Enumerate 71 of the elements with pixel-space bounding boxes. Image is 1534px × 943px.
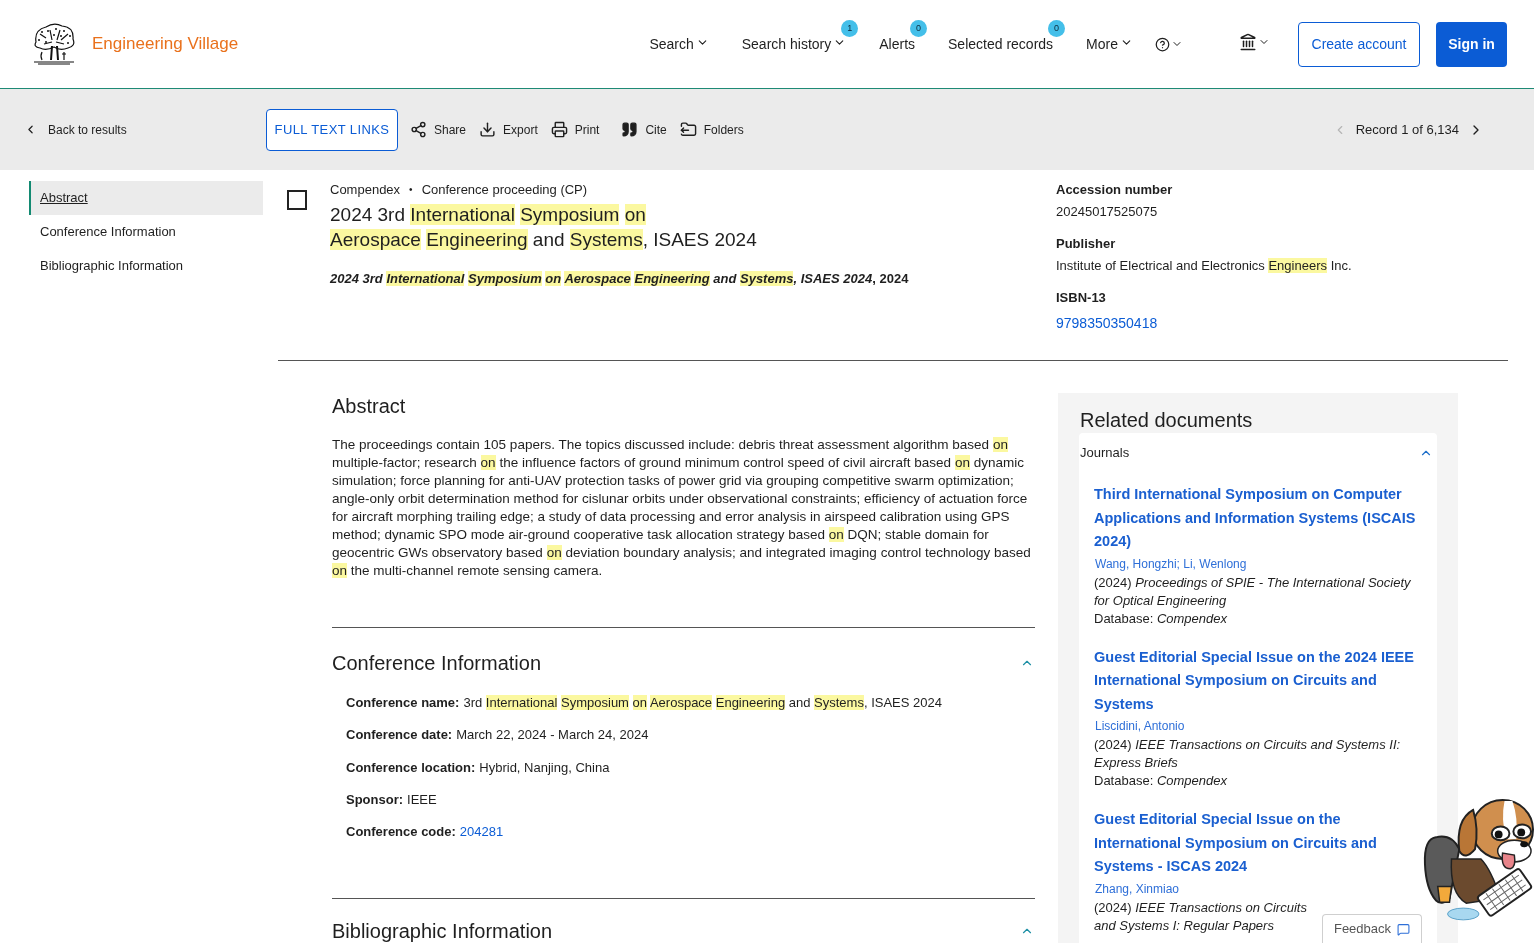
- sidebar-item[interactable]: Abstract: [29, 181, 263, 215]
- author-link[interactable]: Zhang, Xinmiao: [1094, 878, 1180, 899]
- sidebar-item[interactable]: Conference Information: [29, 215, 263, 249]
- related-title-link[interactable]: Guest Editorial Special Issue on the International Symposium on Circuits and Systems - ISCAS 2024: [1094, 808, 1420, 879]
- nav-menu[interactable]: Search: [649, 35, 709, 53]
- conference-code-link[interactable]: 204281: [459, 823, 504, 842]
- panel-heading: Related documents: [1079, 408, 1254, 433]
- printer-icon: [550, 121, 568, 138]
- section-heading: Abstract: [332, 394, 407, 419]
- bullet-separator: •: [409, 183, 413, 197]
- journal-citation: (2024) Proceedings of SPIE - The International Society for Optical Engineering: [1094, 573, 1412, 610]
- nav-menu[interactable]: Selected records: [948, 35, 1054, 53]
- detail-label: Accession number: [1056, 181, 1173, 199]
- record-position: Record 1 of 6,134: [1355, 120, 1459, 139]
- field-label: Conference name:: [346, 694, 460, 712]
- chat-icon: [1397, 922, 1411, 936]
- institution-menu[interactable]: [1239, 33, 1270, 51]
- related-title-link[interactable]: Third International Symposium on Computer Applications and Information Systems (ISCAIS 2024): [1094, 483, 1420, 554]
- database-name: Compendex: [330, 181, 401, 199]
- help-menu[interactable]: [1155, 36, 1183, 52]
- folder-icon: [679, 121, 697, 138]
- nav-menu[interactable]: Alerts: [879, 35, 916, 53]
- count-badge: 0: [910, 20, 928, 37]
- journal-citation: (2024) IEEE Transactions on Circuits and Systems II: Express Briefs: [1094, 736, 1402, 772]
- source-title: 2024 3rd International Symposium on Aerospace Engineering and Systems, ISAES 2024, 2024: [330, 270, 909, 288]
- section-heading: Bibliographic Information: [332, 920, 553, 942]
- create-account-button[interactable]: Create account: [1298, 21, 1420, 67]
- select-checkbox[interactable]: [287, 190, 307, 210]
- nav-menu[interactable]: More: [1086, 35, 1133, 53]
- database-line: Database: Compendex: [1094, 609, 1227, 628]
- toolbar-action[interactable]: Share: [410, 120, 467, 139]
- detail-value: 20245017525075: [1056, 203, 1158, 221]
- document-type: Conference proceeding (CP): [421, 181, 588, 199]
- abstract-text: The proceedings contain 105 papers. The topics discussed include: debris threat assessment algorithm based on multiple-factor; research on the influence factors of ground minimum control speed of civil aircraft based on dynamic simulation; force planning for anti-UAV protection tasks of power grid via grouping competitive swarm optimization; angle-only orbit determination method for cislunar orbits under observational constraints; efficiency of actuation force for aircraft morphing trailing edge; a study of data processing and error analysis in airspeed calibration using GPS method; dynamic SPO mode air-ground cooperative task allocation strategy based on DQN; stable domain for geocentric GWs observatory based on deviation boundary analysis; and integrated imaging control technology based on the multi-channel remote sensing camera.: [332, 436, 1032, 580]
- toolbar-action[interactable]: Cite: [621, 120, 667, 139]
- back-to-results-link[interactable]: Back to results: [24, 120, 127, 139]
- quote-icon: [621, 121, 639, 138]
- download-icon: [479, 121, 497, 138]
- toolbar-action[interactable]: Print: [550, 120, 600, 139]
- record-title: 2024 3rd International Symposium on Aerospace Engineering and Systems, ISAES 2024: [330, 203, 757, 252]
- field-label: Conference date:: [346, 726, 453, 745]
- related-title-link[interactable]: Guest Editorial Special Issue on the 2024 IEEE International Symposium on Circuits and Systems: [1094, 645, 1420, 716]
- feedback-button[interactable]: Feedback: [1322, 914, 1422, 943]
- toolbar-action[interactable]: Folders: [679, 120, 744, 139]
- institution-icon: [1239, 33, 1257, 51]
- field-value: Hybrid, Nanjing, China: [479, 758, 610, 777]
- detail-label: ISBN-13: [1056, 289, 1106, 307]
- toolbar-action[interactable]: Export: [479, 120, 538, 139]
- field-label: Conference location:: [346, 758, 476, 777]
- field-value: March 22, 2024 - March 24, 2024: [456, 726, 649, 745]
- author-link[interactable]: Liscidini, Antonio: [1094, 716, 1185, 736]
- field-value: 3rd International Symposium on Aerospace Engineering and Systems, ISAES 2024: [463, 694, 942, 712]
- field-label: Sponsor:: [346, 790, 404, 809]
- field-value: IEEE: [407, 790, 437, 809]
- help-icon: [1155, 36, 1170, 52]
- journals-toggle[interactable]: Journals: [1079, 433, 1437, 473]
- sidebar-item[interactable]: Bibliographic Information: [29, 249, 263, 283]
- journal-citation: (2024) IEEE Transactions on Circuits and Systems I: Regular Papers: [1094, 898, 1308, 935]
- field-label: Conference code:: [346, 823, 456, 842]
- count-badge: 1: [841, 20, 859, 37]
- detail-label: Publisher: [1056, 235, 1116, 253]
- full-text-links-button[interactable]: FULL TEXT LINKS: [266, 108, 398, 151]
- sign-in-button[interactable]: Sign in: [1436, 21, 1507, 67]
- author-link[interactable]: Wang, Hongzhi; Li, Wenlong: [1094, 553, 1247, 574]
- share-icon: [410, 121, 427, 138]
- database-line: Database: Compendex: [1094, 772, 1227, 790]
- count-badge: 0: [1048, 20, 1066, 37]
- nav-menu[interactable]: Search history: [741, 35, 847, 53]
- isbn-link[interactable]: 9798350350418: [1056, 315, 1158, 331]
- section-heading: Conference Information: [332, 651, 541, 676]
- detail-value: Institute of Electrical and Electronics Engineers Inc.: [1056, 257, 1352, 275]
